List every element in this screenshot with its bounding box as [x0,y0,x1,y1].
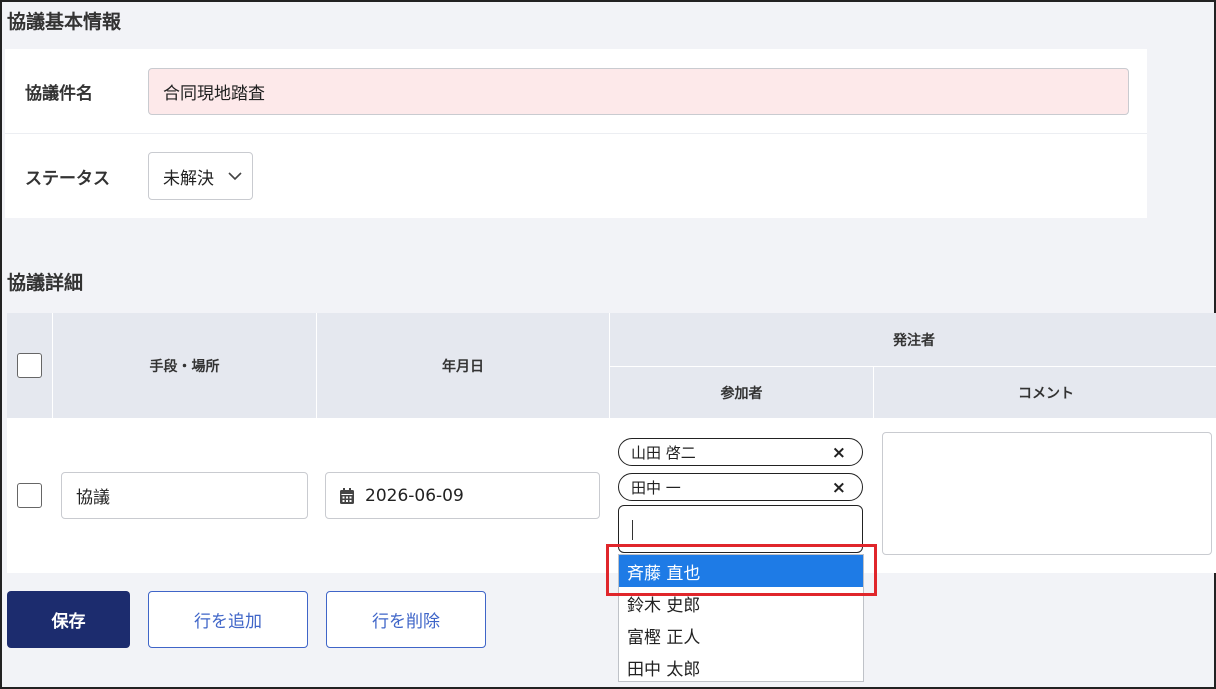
detail-title: 協議詳細 [7,272,84,294]
status-value: 未解決 [163,168,214,189]
selection-highlight-box [606,544,877,596]
dropdown-option[interactable]: 富樫 正人 [619,619,863,651]
participant-chip-label: 田中 一 [631,478,681,497]
basic-info-title: 協議基本情報 [7,11,122,33]
chevron-down-icon [228,171,242,180]
row-checkbox[interactable] [17,483,42,508]
participant-chip-label: 山田 啓二 [631,443,696,462]
save-button[interactable]: 保存 [7,591,130,648]
consultation-name-input[interactable]: 合同現地踏査 [148,68,1129,115]
name-label: 協議件名 [25,83,93,104]
participant-chip: 田中 一 × [618,473,863,501]
close-icon[interactable]: × [832,443,846,463]
calendar-icon [340,487,354,504]
method-place-input[interactable]: 協議 [61,472,308,519]
method-place-value: 協議 [76,488,110,508]
date-value: 2026-06-09 [365,485,464,506]
select-all-checkbox[interactable] [17,353,42,378]
close-icon[interactable]: × [832,478,846,498]
header-orderer: 発注者 [893,332,935,349]
status-select[interactable]: 未解決 [148,152,253,200]
date-input[interactable]: 2026-06-09 [325,472,600,519]
header-participants: 参加者 [720,385,763,402]
status-label: ステータス [25,168,110,189]
header-comment: コメント [1018,385,1074,402]
text-caret [632,520,633,540]
header-date: 年月日 [442,358,484,375]
participant-chip: 山田 啓二 × [618,438,863,466]
delete-row-button[interactable]: 行を削除 [326,591,486,648]
dropdown-option[interactable]: 田中 太郎 [619,651,863,683]
status-row: ステータス 未解決 [5,134,1147,218]
comment-textarea[interactable] [882,432,1212,555]
name-row: 協議件名 合同現地踏査 [5,49,1147,134]
add-row-button[interactable]: 行を追加 [148,591,308,648]
consultation-name-value: 合同現地踏査 [163,84,265,104]
header-method-place: 手段・場所 [149,358,220,375]
detail-table-header: 手段・場所 年月日 発注者 参加者 コメント [7,313,1216,418]
basic-info-card: 協議件名 合同現地踏査 ステータス 未解決 [5,49,1147,218]
